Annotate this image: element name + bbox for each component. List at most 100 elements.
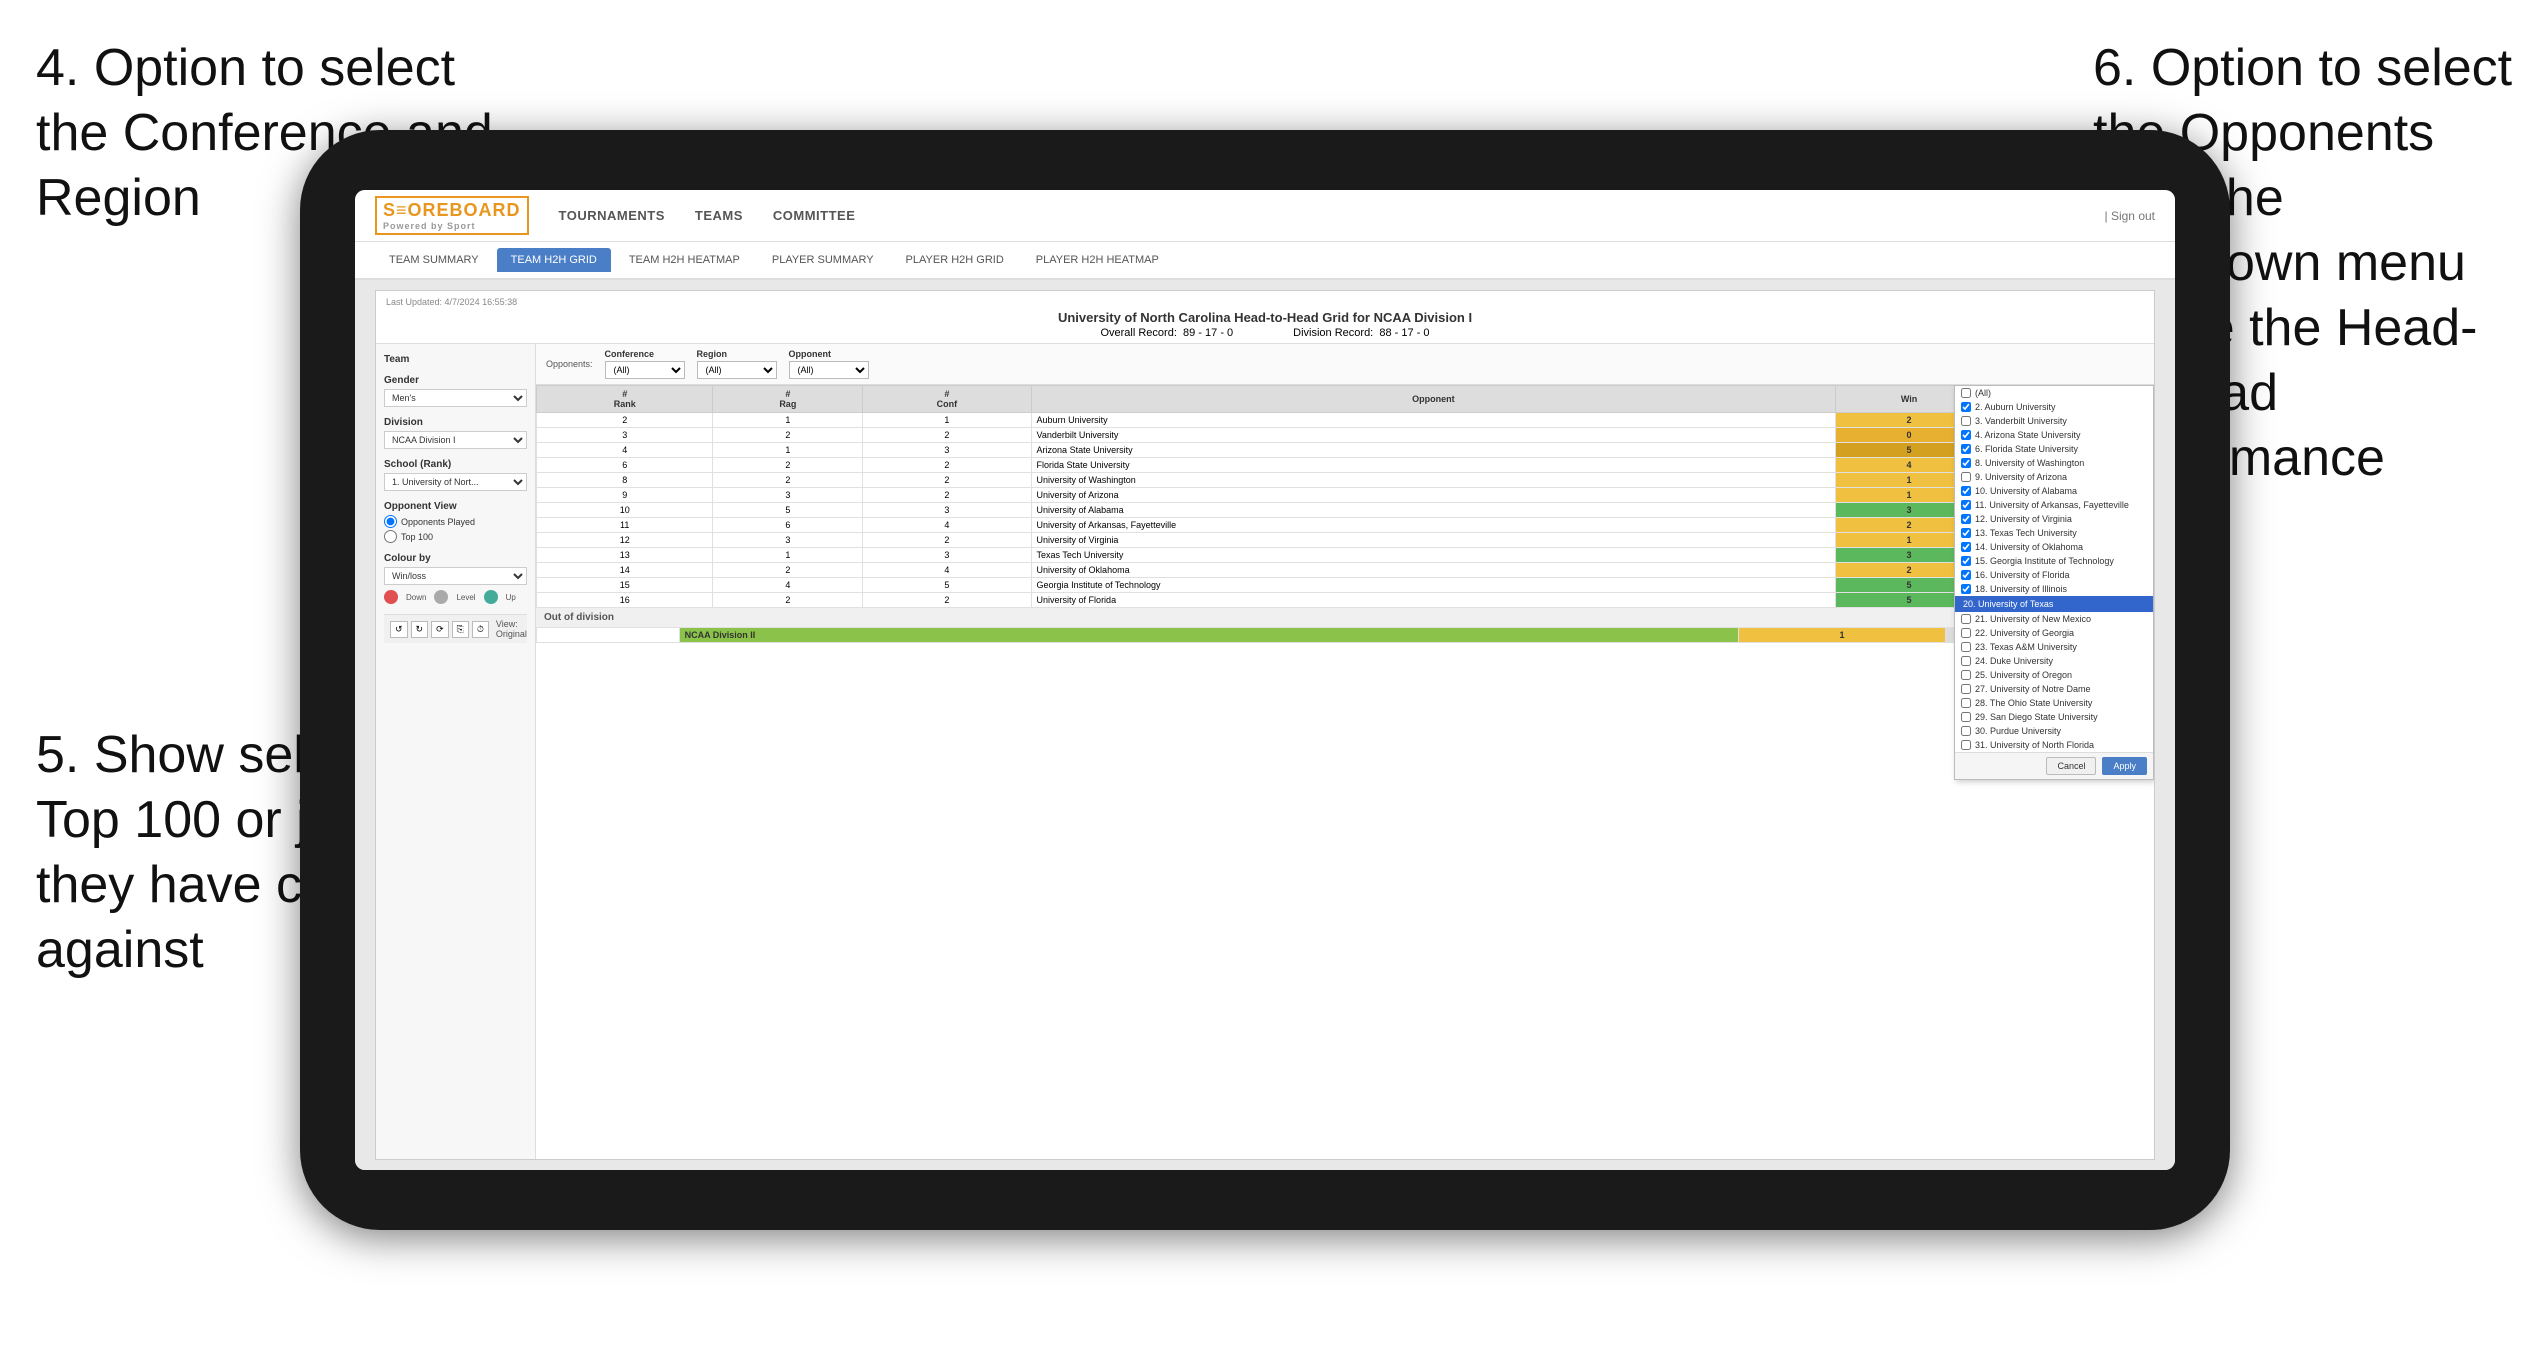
dropdown-item[interactable]: 23. Texas A&M University [1955,640,2153,654]
table-row: 3 2 2 Vanderbilt University 0 4 [537,428,2154,443]
left-sidebar: Team Gender Men's Division NCAA Division… [376,344,536,1159]
dropdown-item[interactable]: 18. University of Illinois [1955,582,2153,596]
opponents-played-radio[interactable]: Opponents Played [384,515,527,528]
up-dot [484,590,498,604]
table-row: 14 2 4 University of Oklahoma 2 2 [537,563,2154,578]
tab-h2h-grid[interactable]: TEAM H2H GRID [497,248,611,272]
dropdown-item[interactable]: 27. University of Notre Dame [1955,682,2153,696]
table-header-row: #Rank #Rag #Conf Opponent Win Loss [537,386,2154,413]
nav-teams[interactable]: TEAMS [695,208,743,223]
region-filter: Region (All) [697,349,777,379]
ncaa-div2-body: NCAA Division II 1 0 [537,628,2154,643]
nav-committee[interactable]: COMMITTEE [773,208,856,223]
refresh-button[interactable]: ⟳ [431,621,449,638]
conference-select[interactable]: (All) [605,361,685,379]
sign-out[interactable]: | Sign out [2105,209,2155,223]
dropdown-item[interactable]: 14. University of Oklahoma [1955,540,2153,554]
tablet-frame: S≡OREBOARD Powered by Sport TOURNAMENTS … [300,130,2230,1230]
dropdown-item[interactable]: 13. Texas Tech University [1955,526,2153,540]
table-body: 2 1 1 Auburn University 2 1 3 2 2 Vander… [537,413,2154,608]
tablet-screen: S≡OREBOARD Powered by Sport TOURNAMENTS … [355,190,2175,1170]
dropdown-item[interactable]: 25. University of Oregon [1955,668,2153,682]
gender-select[interactable]: Men's [384,389,527,407]
conference-filter: Conference (All) [605,349,685,379]
colour-by-section: Colour by Win/loss Down Level Up [384,553,527,604]
table-container: #Rank #Rag #Conf Opponent Win Loss [536,385,2154,1159]
dropdown-item[interactable]: 9. University of Arizona [1955,470,2153,484]
down-dot [384,590,398,604]
region-select[interactable]: (All) [697,361,777,379]
view-label: View: Original [496,619,527,639]
team-section: Team [384,354,527,365]
out-of-division-label: Out of division [536,608,2154,627]
panel-header: Last Updated: 4/7/2024 16:55:38 Universi… [376,291,2154,344]
table-row: 15 4 5 Georgia Institute of Technology 5… [537,578,2154,593]
tab-player-summary[interactable]: PLAYER SUMMARY [758,248,888,272]
dropdown-item[interactable]: 8. University of Washington [1955,456,2153,470]
dropdown-item[interactable]: 12. University of Virginia [1955,512,2153,526]
panel-records: Overall Record: 89 - 17 - 0 Division Rec… [386,327,2144,339]
nav-tournaments[interactable]: TOURNAMENTS [559,208,665,223]
opponent-select[interactable]: (All) [789,361,869,379]
col-rag: #Rag [713,386,863,413]
filters-row: Opponents: Conference (All) Region ( [536,344,2154,385]
toolbar: ↺ ↻ ⟳ ⎘ ⏱ View: Original [384,614,527,643]
dropdown-item[interactable]: 16. University of Florida [1955,568,2153,582]
color-legend: Down Level Up [384,590,527,604]
copy-button[interactable]: ⎘ [452,621,469,638]
dropdown-item[interactable]: 21. University of New Mexico [1955,612,2153,626]
tab-player-h2h-heatmap[interactable]: PLAYER H2H HEATMAP [1022,248,1173,272]
panel-title: University of North Carolina Head-to-Hea… [386,310,2144,325]
dropdown-item[interactable]: 11. University of Arkansas, Fayetteville [1955,498,2153,512]
right-panel-wrapper: #Rank #Rag #Conf Opponent Win Loss [536,385,2154,1159]
school-select[interactable]: 1. University of Nort... [384,473,527,491]
dropdown-item[interactable]: 31. University of North Florida [1955,738,2153,752]
level-dot [434,590,448,604]
dropdown-item[interactable]: 10. University of Alabama [1955,484,2153,498]
opponents-label: Opponents: [546,359,593,369]
dropdown-item[interactable]: 15. Georgia Institute of Technology [1955,554,2153,568]
cancel-button[interactable]: Cancel [2046,757,2096,775]
col-rank: #Rank [537,386,713,413]
opponent-view-section: Opponent View Opponents Played Top 100 [384,501,527,543]
ncaa-div2-row: NCAA Division II 1 0 [537,628,2154,643]
table-row: 2 1 1 Auburn University 2 1 [537,413,2154,428]
dropdown-item[interactable]: 6. Florida State University [1955,442,2153,456]
top100-radio[interactable]: Top 100 [384,530,527,543]
logo: S≡OREBOARD Powered by Sport [375,196,529,235]
dropdown-item[interactable]: 4. Arizona State University [1955,428,2153,442]
nav-items: TOURNAMENTS TEAMS COMMITTEE [559,208,2105,223]
tab-player-h2h-grid[interactable]: PLAYER H2H GRID [892,248,1018,272]
dropdown-item[interactable]: 3. Vanderbilt University [1955,414,2153,428]
ncaa-div2-label [537,628,680,643]
division-select[interactable]: NCAA Division I [384,431,527,449]
dropdown-item[interactable]: 20. University of Texas [1955,596,2153,612]
redo-button[interactable]: ↻ [411,621,429,638]
h2h-table: #Rank #Rag #Conf Opponent Win Loss [536,385,2154,608]
dropdown-item[interactable]: (All) [1955,386,2153,400]
table-row: 13 1 3 Texas Tech University 3 0 [537,548,2154,563]
table-row: 16 2 2 University of Florida 5 1 [537,593,2154,608]
dropdown-item[interactable]: 29. San Diego State University [1955,710,2153,724]
tab-h2h-heatmap[interactable]: TEAM H2H HEATMAP [615,248,754,272]
table-row: 4 1 3 Arizona State University 5 1 [537,443,2154,458]
dropdown-item[interactable]: 30. Purdue University [1955,724,2153,738]
dropdown-item[interactable]: 28. The Ohio State University [1955,696,2153,710]
apply-button[interactable]: Apply [2102,757,2147,775]
dropdown-item[interactable]: 24. Duke University [1955,654,2153,668]
undo-button[interactable]: ↺ [390,621,408,638]
app-header: S≡OREBOARD Powered by Sport TOURNAMENTS … [355,190,2175,242]
table-row: 12 3 2 University of Virginia 1 1 [537,533,2154,548]
colour-by-select[interactable]: Win/loss [384,567,527,585]
dropdown-item[interactable]: 22. University of Georgia [1955,626,2153,640]
up-label: Up [506,593,516,602]
sub-nav: TEAM SUMMARY TEAM H2H GRID TEAM H2H HEAT… [355,242,2175,280]
col-opponent: Opponent [1031,386,1836,413]
dropdown-item[interactable]: 2. Auburn University [1955,400,2153,414]
gender-section: Gender Men's [384,375,527,407]
tab-team-summary[interactable]: TEAM SUMMARY [375,248,493,272]
clock-button[interactable]: ⏱ [472,621,489,638]
panel-body: Team Gender Men's Division NCAA Division… [376,344,2154,1159]
logo-text: S≡OREBOARD [383,200,521,220]
overall-record: Overall Record: 89 - 17 - 0 [1100,327,1233,339]
